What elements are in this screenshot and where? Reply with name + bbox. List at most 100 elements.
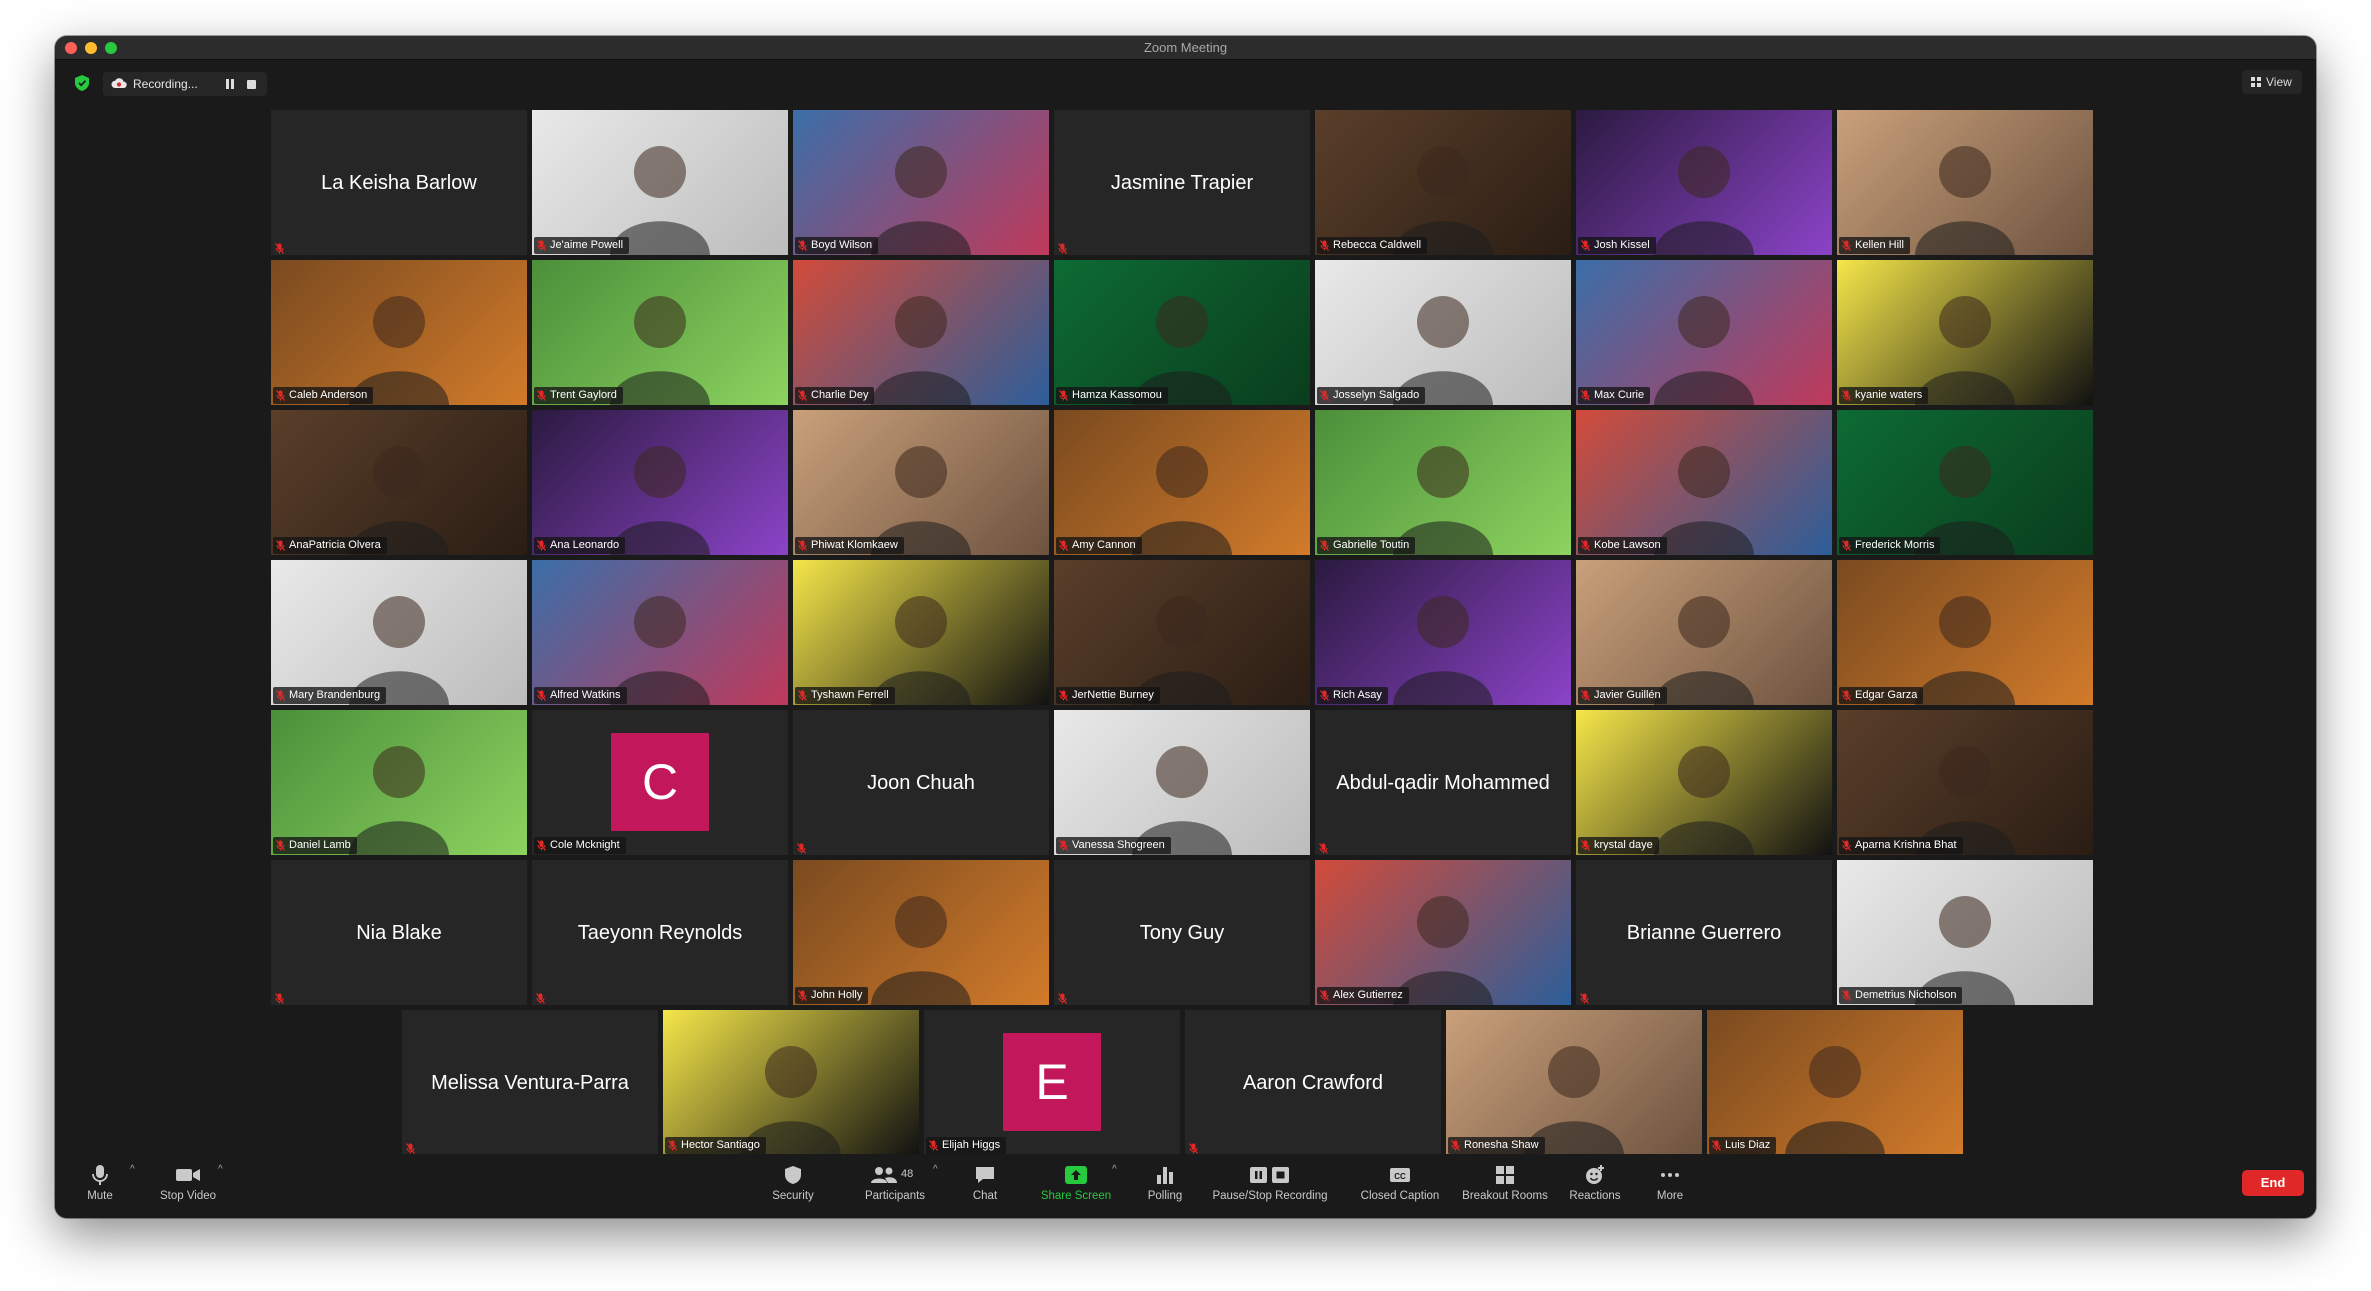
closed-caption-button[interactable]: CC Closed Caption — [1350, 1164, 1450, 1202]
participant-tile[interactable]: Charlie Dey — [793, 260, 1049, 405]
meeting-top-bar: Recording... View — [55, 60, 2316, 110]
participant-name-label: JerNettie Burney — [1056, 687, 1160, 704]
muted-microphone-icon — [1058, 241, 1067, 254]
participant-tile[interactable]: Javier Guillén — [1576, 560, 1832, 705]
participant-tile[interactable]: Mary Brandenburg — [271, 560, 527, 705]
participant-tile[interactable]: Rich Asay — [1315, 560, 1571, 705]
participant-tile[interactable]: Amy Cannon — [1054, 410, 1310, 555]
participant-tile[interactable]: Aparna Krishna Bhat — [1837, 710, 2093, 855]
end-meeting-button[interactable]: End — [2242, 1170, 2304, 1196]
participant-name-label: Gabrielle Toutin — [1317, 537, 1416, 554]
participant-tile[interactable]: Max Curie — [1576, 260, 1832, 405]
participant-tile[interactable]: Trent Gaylord — [532, 260, 788, 405]
participant-name-label: Vanessa Shogreen — [1056, 837, 1171, 854]
participant-tile[interactable]: Abdul-qadir Mohammed — [1315, 710, 1571, 855]
share-options-chevron-up-icon[interactable]: ^ — [1112, 1164, 1117, 1175]
participant-name: Tony Guy — [1139, 922, 1225, 944]
participant-tile[interactable]: Ana Leonardo — [532, 410, 788, 555]
participant-tile[interactable]: krystal daye — [1576, 710, 1832, 855]
participant-tile[interactable]: AnaPatricia Olvera — [271, 410, 527, 555]
chat-button[interactable]: Chat — [960, 1164, 1010, 1202]
participant-tile[interactable]: Alfred Watkins — [532, 560, 788, 705]
person-silhouette-icon — [1654, 146, 1754, 255]
participant-tile[interactable]: E Elijah Higgs — [924, 1010, 1180, 1155]
participant-tile[interactable]: Jasmine Trapier — [1054, 110, 1310, 255]
view-button-label: View — [2266, 75, 2292, 89]
mute-button[interactable]: Mute — [75, 1164, 125, 1202]
participant-tile[interactable]: Ronesha Shaw — [1446, 1010, 1702, 1155]
person-silhouette-icon — [871, 146, 971, 255]
closed-caption-icon: CC — [1390, 1168, 1410, 1182]
audio-options-chevron-up-icon[interactable]: ^ — [130, 1164, 135, 1175]
participant-tile[interactable]: Caleb Anderson — [271, 260, 527, 405]
participant-tile[interactable]: Luis Diaz — [1707, 1010, 1963, 1155]
participant-tile[interactable]: Tyshawn Ferrell — [793, 560, 1049, 705]
participant-tile[interactable]: John Holly — [793, 860, 1049, 1005]
participant-tile[interactable]: Frederick Morris — [1837, 410, 2093, 555]
participant-name: Kellen Hill — [1855, 239, 1904, 251]
participant-tile[interactable]: Hamza Kassomou — [1054, 260, 1310, 405]
participant-tile[interactable]: Alex Gutierrez — [1315, 860, 1571, 1005]
participant-tile[interactable]: Nia Blake — [271, 860, 527, 1005]
stop-recording-icon[interactable] — [247, 80, 256, 89]
person-silhouette-icon — [1393, 296, 1493, 405]
participant-name: Edgar Garza — [1855, 689, 1918, 701]
participant-tile[interactable]: Je'aime Powell — [532, 110, 788, 255]
participant-tile[interactable]: Aaron Crawford — [1185, 1010, 1441, 1155]
participant-tile[interactable]: Hector Santiago — [663, 1010, 919, 1155]
participant-tile[interactable]: Melissa Ventura-Parra — [402, 1010, 658, 1155]
participant-tile[interactable]: La Keisha Barlow — [271, 110, 527, 255]
participants-button[interactable]: 48 Participants — [850, 1164, 940, 1202]
stop-video-label: Stop Video — [159, 1190, 217, 1202]
participant-tile[interactable]: Brianne Guerrero — [1576, 860, 1832, 1005]
participant-tile[interactable]: kyanie waters — [1837, 260, 2093, 405]
participant-tile[interactable]: Taeyonn Reynolds — [532, 860, 788, 1005]
participant-tile[interactable]: C Cole Mcknight — [532, 710, 788, 855]
breakout-rooms-button[interactable]: Breakout Rooms — [1455, 1164, 1555, 1202]
participant-name: Tyshawn Ferrell — [811, 689, 889, 701]
person-silhouette-icon — [1654, 446, 1754, 555]
participant-tile[interactable]: Josh Kissel — [1576, 110, 1832, 255]
reactions-button[interactable]: Reactions — [1560, 1164, 1630, 1202]
participant-tile[interactable]: Daniel Lamb — [271, 710, 527, 855]
participant-tile[interactable]: Phiwat Klomkaew — [793, 410, 1049, 555]
participant-tile[interactable]: Tony Guy — [1054, 860, 1310, 1005]
participant-tile[interactable]: Josselyn Salgado — [1315, 260, 1571, 405]
person-silhouette-icon — [349, 746, 449, 855]
participant-name-label: John Holly — [795, 987, 869, 1004]
participant-tile[interactable]: Gabrielle Toutin — [1315, 410, 1571, 555]
participant-tile[interactable]: JerNettie Burney — [1054, 560, 1310, 705]
participant-name: Mary Brandenburg — [289, 689, 381, 701]
encryption-shield-icon[interactable] — [75, 75, 89, 91]
muted-microphone-icon — [1320, 690, 1329, 701]
person-silhouette-icon — [1132, 596, 1232, 705]
more-button[interactable]: More — [1645, 1164, 1695, 1202]
participant-tile[interactable]: Kellen Hill — [1837, 110, 2093, 255]
participant-tile[interactable]: Joon Chuah — [793, 710, 1049, 855]
person-silhouette-icon — [610, 146, 710, 255]
participant-tile[interactable]: Kobe Lawson — [1576, 410, 1832, 555]
participant-tile[interactable]: Boyd Wilson — [793, 110, 1049, 255]
participant-tile[interactable]: Rebecca Caldwell — [1315, 110, 1571, 255]
pause-stop-recording-button[interactable]: Pause/Stop Recording — [1205, 1164, 1335, 1202]
participant-name-label: Hamza Kassomou — [1056, 387, 1168, 404]
participant-name: Phiwat Klomkaew — [811, 539, 898, 551]
stop-video-button[interactable]: Stop Video — [153, 1164, 223, 1202]
participant-name: Cole Mcknight — [550, 839, 620, 851]
view-button[interactable]: View — [2242, 70, 2302, 94]
participant-tile[interactable]: Vanessa Shogreen — [1054, 710, 1310, 855]
video-options-chevron-up-icon[interactable]: ^ — [218, 1164, 223, 1175]
participants-chevron-up-icon[interactable]: ^ — [933, 1164, 938, 1175]
muted-microphone-icon — [1842, 390, 1851, 401]
participant-tile[interactable]: Edgar Garza — [1837, 560, 2093, 705]
muted-microphone-icon — [1842, 540, 1851, 551]
breakout-rooms-icon — [1496, 1166, 1514, 1184]
muted-microphone-icon — [798, 540, 807, 551]
security-button[interactable]: Security — [763, 1164, 823, 1202]
polling-button[interactable]: Polling — [1135, 1164, 1195, 1202]
pause-recording-icon[interactable] — [223, 77, 237, 91]
participant-tile[interactable]: Demetrius Nicholson — [1837, 860, 2093, 1005]
share-screen-button[interactable]: Share Screen — [1033, 1164, 1119, 1202]
share-screen-icon — [1065, 1166, 1087, 1184]
muted-microphone-icon — [537, 840, 546, 851]
